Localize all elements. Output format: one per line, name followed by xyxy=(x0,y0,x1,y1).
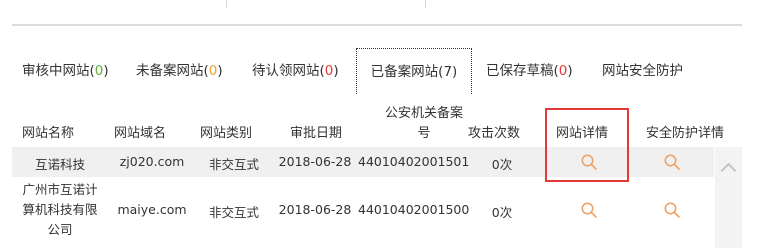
highlight-box xyxy=(545,108,629,182)
tab-drafts[interactable]: 已保存草稿(0) xyxy=(486,48,573,94)
cell-approval-date: 2018-06-28 xyxy=(278,154,352,169)
tab-bar: 审核中网站(0) 未备案网站(0) 待认领网站(0) 已备案网站(7) 已保存草… xyxy=(12,48,742,94)
top-divider xyxy=(12,24,742,26)
tab-label: 已备案网站 xyxy=(370,64,439,80)
top-separator-left xyxy=(226,0,227,8)
tab-to-claim[interactable]: 待认领网站(0) xyxy=(252,48,339,94)
tab-label: 已保存草稿 xyxy=(486,63,554,79)
col-site-type: 网站类别 xyxy=(200,126,253,141)
tab-label: 待认领网站 xyxy=(252,63,320,79)
search-icon[interactable] xyxy=(580,201,598,219)
tab-registered[interactable]: 已备案网站(7) xyxy=(356,48,472,94)
tab-security-protection[interactable]: 网站安全防护 xyxy=(602,48,683,94)
col-approval-date: 审批日期 xyxy=(290,126,343,141)
top-separator-right xyxy=(425,0,426,8)
tab-label: 网站安全防护 xyxy=(602,63,683,79)
col-site-name: 网站名称 xyxy=(22,126,75,141)
vertical-scrollbar[interactable] xyxy=(715,147,742,248)
tab-label: 未备案网站 xyxy=(136,63,204,79)
col-police-record-line2: 号 xyxy=(417,126,431,141)
cell-site-type: 非交互式 xyxy=(208,205,259,220)
cell-police-record-no: 44010402001501 xyxy=(358,154,470,169)
search-icon[interactable] xyxy=(663,201,681,219)
chevron-up-icon[interactable] xyxy=(720,162,737,179)
table-row: 广州市互诺计 算机科技有限 公司 maiye.com 非交互式 2018-06-… xyxy=(12,178,714,242)
cell-attack-count: 0次 xyxy=(491,205,513,220)
tab-label: 审核中网站 xyxy=(22,63,90,79)
col-security-detail: 安全防护详情 xyxy=(646,126,725,141)
cell-site-name: 广州市互诺计 算机科技有限 公司 xyxy=(22,182,98,237)
cell-attack-count: 0次 xyxy=(491,157,513,172)
cell-site-domain: maiye.com xyxy=(117,202,187,217)
col-attack-count: 攻击次数 xyxy=(468,126,521,141)
col-site-domain: 网站域名 xyxy=(114,126,167,141)
cell-site-name: 互诺科技 xyxy=(34,157,85,172)
search-icon[interactable] xyxy=(663,153,681,171)
cell-approval-date: 2018-06-28 xyxy=(278,202,352,217)
tab-count: 7 xyxy=(443,64,453,80)
cell-police-record-no: 44010402001500 xyxy=(358,202,470,217)
tab-unregistered[interactable]: 未备案网站(0) xyxy=(136,48,223,94)
col-police-record-line1: 公安机关备案 xyxy=(384,106,463,121)
table-header: 网站名称 网站域名 网站类别 审批日期 公安机关备案 号 攻击次数 网站详情 安… xyxy=(12,100,742,146)
cell-site-domain: zj020.com xyxy=(119,154,185,169)
cell-site-type: 非交互式 xyxy=(208,157,259,172)
tab-under-review[interactable]: 审核中网站(0) xyxy=(22,48,109,94)
